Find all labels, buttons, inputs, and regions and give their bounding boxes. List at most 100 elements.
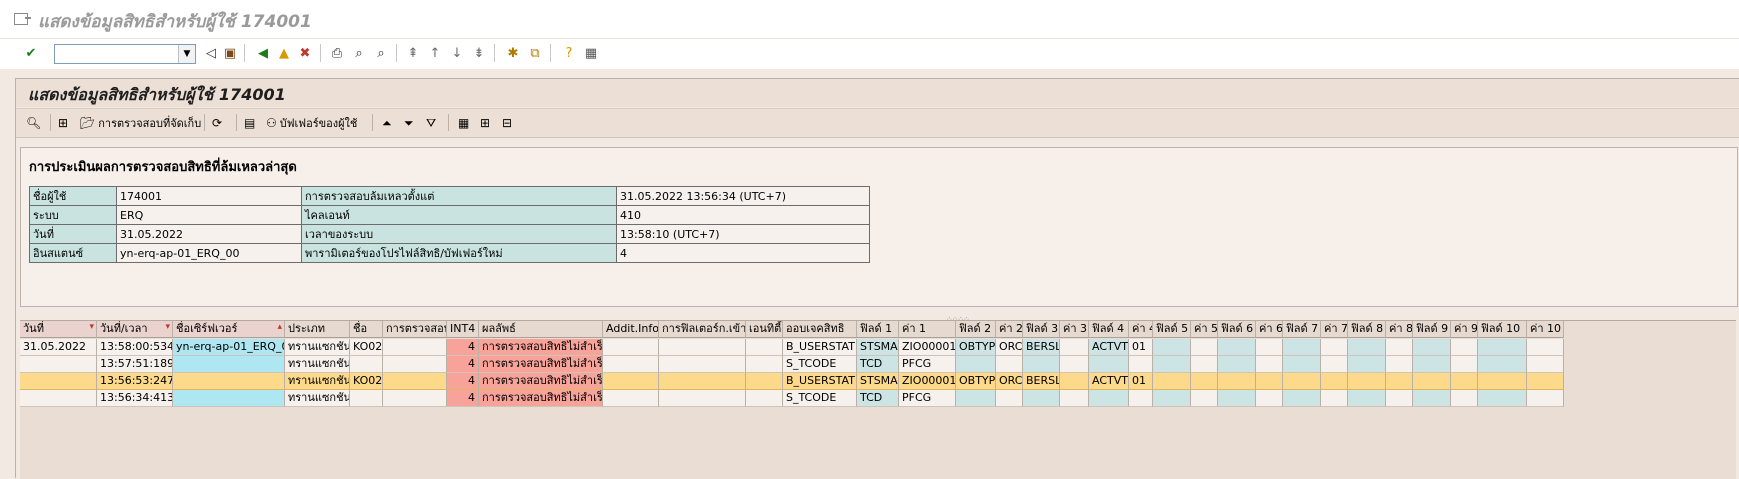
table-cell[interactable] bbox=[1129, 356, 1153, 373]
column-header[interactable]: ฟิลด์ 3 bbox=[1023, 321, 1060, 338]
table-cell[interactable] bbox=[20, 373, 97, 390]
sort-descending-icon[interactable]: ⏷ bbox=[404, 114, 414, 132]
next-page-icon[interactable]: ↓ bbox=[448, 44, 466, 62]
table-cell[interactable] bbox=[1348, 356, 1386, 373]
table-cell[interactable]: B_USERSTAT bbox=[783, 373, 857, 390]
column-header[interactable]: ฟิลด์ 9 bbox=[1413, 321, 1451, 338]
command-field[interactable]: ▼ bbox=[54, 44, 196, 64]
table-cell[interactable]: ทรานแซกชัน bbox=[285, 390, 350, 407]
table-cell[interactable]: ทรานแซกชัน bbox=[285, 356, 350, 373]
shortcut-icon[interactable]: ⧉ bbox=[526, 44, 544, 62]
table-cell[interactable]: 4 bbox=[447, 339, 479, 356]
table-cell[interactable] bbox=[603, 356, 659, 373]
table-cell[interactable] bbox=[1256, 390, 1283, 407]
column-header[interactable]: วันที่ bbox=[20, 321, 97, 338]
column-header[interactable]: ฟิลด์ 1 bbox=[857, 321, 899, 338]
table-cell[interactable] bbox=[1283, 390, 1321, 407]
column-header[interactable]: ฟิลด์ 8 bbox=[1348, 321, 1386, 338]
table-cell[interactable]: S_TCODE bbox=[783, 390, 857, 407]
table-cell[interactable]: การตรวจสอบสิทธิไม่สำเร็จ bbox=[479, 339, 603, 356]
table-cell[interactable] bbox=[956, 390, 996, 407]
table-cell[interactable]: 13:56:34:413 bbox=[97, 390, 173, 407]
table-cell[interactable]: การตรวจสอบสิทธิไม่สำเร็จ bbox=[479, 373, 603, 390]
table-cell[interactable] bbox=[1478, 390, 1527, 407]
table-cell[interactable] bbox=[1153, 373, 1191, 390]
table-cell[interactable] bbox=[1413, 390, 1451, 407]
table-cell[interactable] bbox=[1256, 339, 1283, 356]
table-cell[interactable] bbox=[1218, 356, 1256, 373]
table-cell[interactable]: 13:57:51:189 bbox=[97, 356, 173, 373]
table-cell[interactable] bbox=[996, 356, 1023, 373]
table-cell[interactable]: การตรวจสอบสิทธิไม่สำเร็จ bbox=[479, 390, 603, 407]
table-cell[interactable] bbox=[1060, 356, 1089, 373]
column-header[interactable]: ค่า 10 bbox=[1527, 321, 1564, 338]
table-cell[interactable] bbox=[1386, 373, 1413, 390]
table-cell[interactable]: STSMA bbox=[857, 339, 899, 356]
table-cell[interactable] bbox=[383, 339, 447, 356]
column-header[interactable]: ฟิลด์ 5 bbox=[1153, 321, 1191, 338]
table-cell[interactable] bbox=[1386, 390, 1413, 407]
column-header[interactable]: Addit.Info bbox=[603, 321, 659, 338]
table-cell[interactable] bbox=[383, 356, 447, 373]
table-cell[interactable]: PFCG bbox=[899, 356, 956, 373]
table-cell[interactable] bbox=[1060, 339, 1089, 356]
table-cell[interactable] bbox=[1218, 373, 1256, 390]
column-header[interactable]: เอนทิตี้ bbox=[746, 321, 783, 338]
column-header[interactable]: ชื่อ bbox=[350, 321, 383, 338]
new-check-icon[interactable]: ⊞ bbox=[58, 114, 68, 132]
column-select-icon[interactable]: ⊞ bbox=[480, 114, 490, 132]
table-row[interactable]: 31.05.2022 13:58:00:534 yn-erq-ap-01_ERQ_0… bbox=[20, 339, 1564, 356]
refresh-icon[interactable]: ⟳ bbox=[212, 114, 222, 132]
table-cell[interactable] bbox=[1321, 339, 1348, 356]
table-cell[interactable]: yn-erq-ap-01_ERQ_00 bbox=[173, 339, 285, 356]
table-cell[interactable] bbox=[1451, 390, 1478, 407]
sort-ascending-icon[interactable]: ⏶ bbox=[382, 114, 392, 132]
table-cell[interactable] bbox=[1527, 373, 1564, 390]
table-row[interactable]: 13:56:53:247 ทรานแซกชัน KO02 4 การตรวจสอบสิท… bbox=[20, 373, 1564, 390]
column-header[interactable]: ค่า 3 bbox=[1060, 321, 1089, 338]
table-cell[interactable] bbox=[1478, 339, 1527, 356]
column-header[interactable]: การฟิลเตอร์ก.เข้าถึง bbox=[659, 321, 746, 338]
table-row[interactable]: 13:56:34:413 ทรานแซกชัน 4 การตรวจสอบสิทธิไม… bbox=[20, 390, 1564, 407]
print-icon[interactable]: ⎙ bbox=[328, 44, 346, 62]
table-cell[interactable]: 4 bbox=[447, 356, 479, 373]
table-cell[interactable] bbox=[1089, 356, 1129, 373]
help-icon[interactable]: ? bbox=[560, 44, 578, 62]
table-cell[interactable] bbox=[1060, 390, 1089, 407]
table-cell[interactable]: BERSL bbox=[1023, 339, 1060, 356]
table-cell[interactable] bbox=[1478, 356, 1527, 373]
table-cell[interactable] bbox=[1191, 390, 1218, 407]
table-cell[interactable] bbox=[1218, 390, 1256, 407]
table-cell[interactable]: BERSL bbox=[1023, 373, 1060, 390]
table-cell[interactable] bbox=[1129, 390, 1153, 407]
column-header[interactable]: INT4 bbox=[447, 321, 479, 338]
column-header[interactable]: ออบเจคสิทธิ bbox=[783, 321, 857, 338]
table-cell[interactable] bbox=[173, 373, 285, 390]
table-cell[interactable]: KO02 bbox=[350, 373, 383, 390]
table-cell[interactable] bbox=[1256, 356, 1283, 373]
table-cell[interactable]: OBTYP bbox=[956, 339, 996, 356]
column-header[interactable]: ฟิลด์ 4 bbox=[1089, 321, 1129, 338]
table-cell[interactable] bbox=[1413, 356, 1451, 373]
first-page-icon[interactable]: ⇞ bbox=[404, 44, 422, 62]
last-page-icon[interactable]: ⇟ bbox=[470, 44, 488, 62]
column-header[interactable]: ค่า 5 bbox=[1191, 321, 1218, 338]
table-cell[interactable] bbox=[20, 356, 97, 373]
table-cell[interactable]: TCD bbox=[857, 390, 899, 407]
table-cell[interactable] bbox=[1451, 356, 1478, 373]
evaluate-icon[interactable]: ▤ bbox=[244, 114, 255, 132]
column-header[interactable]: ผลลัพธ์ bbox=[479, 321, 603, 338]
change-layout-icon[interactable]: ⊟ bbox=[502, 114, 512, 132]
column-header[interactable]: ค่า 7 bbox=[1321, 321, 1348, 338]
table-cell[interactable] bbox=[1153, 339, 1191, 356]
table-cell[interactable]: 4 bbox=[447, 390, 479, 407]
filter-icon[interactable]: ⛛ bbox=[426, 114, 436, 132]
table-cell[interactable] bbox=[1451, 339, 1478, 356]
table-cell[interactable] bbox=[350, 356, 383, 373]
exit-icon[interactable]: ▲ bbox=[275, 44, 293, 62]
table-cell[interactable]: ZIO00001 bbox=[899, 373, 956, 390]
table-cell[interactable]: ACTVT bbox=[1089, 373, 1129, 390]
table-cell[interactable] bbox=[173, 356, 285, 373]
table-cell[interactable] bbox=[173, 390, 285, 407]
table-cell[interactable] bbox=[1348, 390, 1386, 407]
